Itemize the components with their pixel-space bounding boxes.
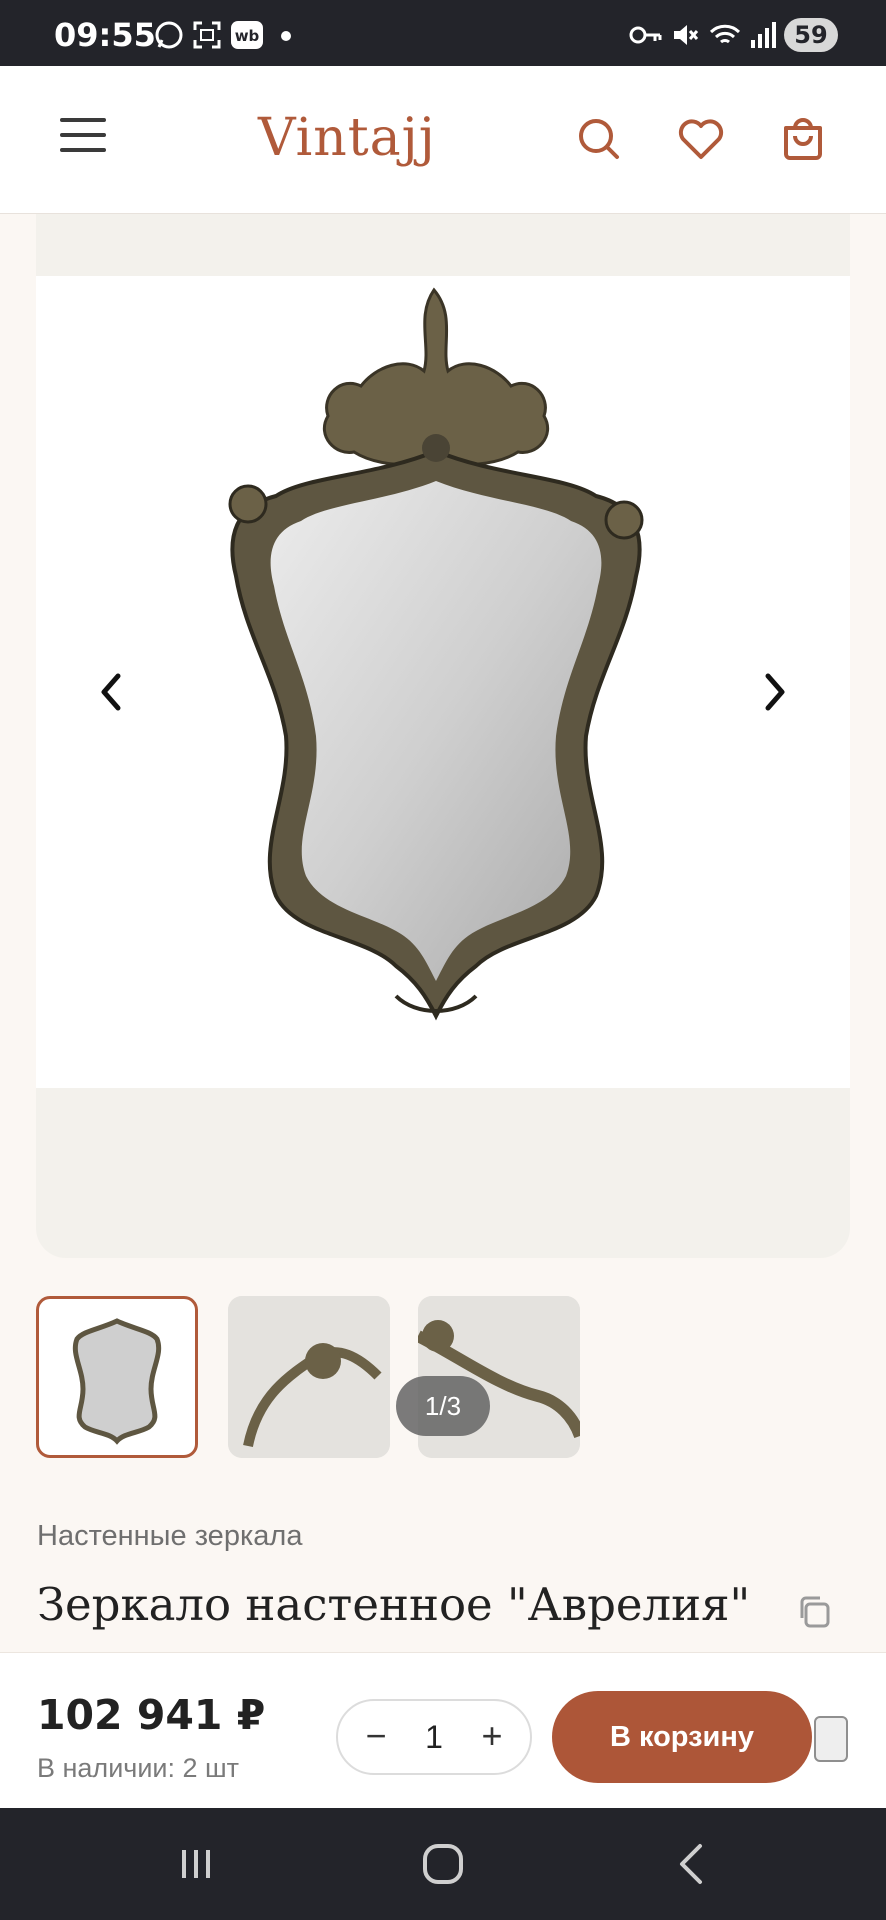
quantity-stepper: − 1 + xyxy=(336,1699,532,1775)
gallery-next-arrow[interactable] xyxy=(756,662,796,722)
quantity-value[interactable]: 1 xyxy=(398,1701,470,1773)
site-logo[interactable]: Vintajj xyxy=(258,108,436,168)
copy-icon[interactable] xyxy=(794,1592,834,1632)
heart-icon[interactable] xyxy=(676,114,726,164)
whatsapp-icon xyxy=(155,21,183,49)
svg-text:wb: wb xyxy=(235,27,260,45)
thumbnail-2[interactable] xyxy=(228,1296,390,1458)
wifi-icon xyxy=(709,24,741,44)
product-photo[interactable] xyxy=(36,276,850,1088)
notification-dot-icon xyxy=(281,31,291,41)
product-category[interactable]: Настенные зеркала xyxy=(37,1520,302,1553)
quantity-decrease-button[interactable]: − xyxy=(346,1701,406,1773)
quantity-increase-button[interactable]: + xyxy=(462,1701,522,1773)
mute-icon xyxy=(674,25,699,45)
site-header: Vintajj xyxy=(0,66,886,214)
gallery-prev-arrow[interactable] xyxy=(90,662,130,722)
mirror-image xyxy=(228,287,644,1021)
thumbnail-1[interactable] xyxy=(36,1296,198,1458)
product-gallery[interactable] xyxy=(36,214,850,1258)
product-title: Зеркало настенное "Аврелия" xyxy=(37,1578,751,1631)
wb-app-icon: wb xyxy=(231,21,263,49)
battery-indicator: 59 xyxy=(784,18,838,52)
product-price: 102 941 ₽ xyxy=(37,1691,266,1739)
recent-apps-icon[interactable] xyxy=(166,1836,226,1892)
menu-icon[interactable] xyxy=(60,118,106,158)
vpn-key-icon xyxy=(629,26,662,44)
search-icon[interactable] xyxy=(574,114,624,164)
compare-checkbox[interactable] xyxy=(814,1716,848,1762)
status-bar: 09:55 wb 59 xyxy=(0,0,886,66)
buy-bar: 102 941 ₽ В наличии: 2 шт − 1 + В корзин… xyxy=(0,1652,886,1808)
home-icon[interactable] xyxy=(413,1836,473,1892)
gallery-counter: 1/3 xyxy=(396,1376,490,1436)
thumbnail-mirror-image xyxy=(72,1318,162,1445)
back-icon[interactable] xyxy=(662,1836,722,1892)
screenshot-icon xyxy=(193,21,221,49)
add-to-cart-button[interactable]: В корзину xyxy=(552,1691,812,1783)
status-time: 09:55 xyxy=(54,16,156,54)
cart-icon[interactable] xyxy=(778,114,828,164)
thumbnail-crest-image xyxy=(228,1296,390,1458)
signal-icon xyxy=(751,22,776,48)
system-nav-bar xyxy=(0,1808,886,1920)
stock-status: В наличии: 2 шт xyxy=(37,1753,240,1783)
